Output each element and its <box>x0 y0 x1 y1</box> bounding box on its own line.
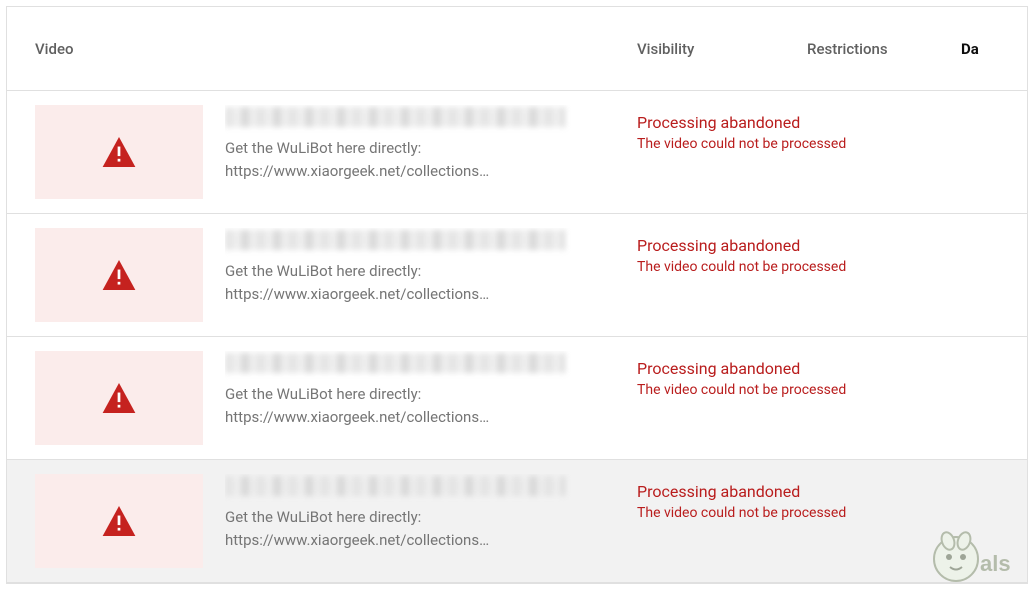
video-thumbnail[interactable] <box>35 228 203 322</box>
video-title-redacted <box>225 353 565 373</box>
video-text: Get the WuLiBot here directly: https://w… <box>225 228 605 322</box>
warning-triangle-icon <box>102 260 136 290</box>
status-subtitle: The video could not be processed <box>637 136 1027 152</box>
video-title-redacted <box>225 107 565 127</box>
video-description: Get the WuLiBot here directly: https://w… <box>225 506 585 551</box>
cell-video: Get the WuLiBot here directly: https://w… <box>7 105 605 199</box>
video-description: Get the WuLiBot here directly: https://w… <box>225 137 585 182</box>
table-row[interactable]: Get the WuLiBot here directly: https://w… <box>7 460 1027 583</box>
video-title-redacted <box>225 476 565 496</box>
status-subtitle: The video could not be processed <box>637 259 1027 275</box>
column-header-restrictions[interactable]: Restrictions <box>775 40 945 58</box>
status-title: Processing abandoned <box>637 359 1027 378</box>
column-header-date[interactable]: Da <box>945 40 1027 58</box>
warning-triangle-icon <box>102 137 136 167</box>
cell-video: Get the WuLiBot here directly: https://w… <box>7 351 605 445</box>
table-row[interactable]: Get the WuLiBot here directly: https://w… <box>7 337 1027 460</box>
table-row[interactable]: Get the WuLiBot here directly: https://w… <box>7 91 1027 214</box>
cell-status: Processing abandoned The video could not… <box>605 228 1027 322</box>
status-title: Processing abandoned <box>637 113 1027 132</box>
cell-status: Processing abandoned The video could not… <box>605 474 1027 568</box>
warning-triangle-icon <box>102 506 136 536</box>
cell-video: Get the WuLiBot here directly: https://w… <box>7 474 605 568</box>
cell-status: Processing abandoned The video could not… <box>605 105 1027 199</box>
video-text: Get the WuLiBot here directly: https://w… <box>225 105 605 199</box>
status-subtitle: The video could not be processed <box>637 505 1027 521</box>
cell-status: Processing abandoned The video could not… <box>605 351 1027 445</box>
status-title: Processing abandoned <box>637 236 1027 255</box>
video-description: Get the WuLiBot here directly: https://w… <box>225 383 585 428</box>
video-thumbnail[interactable] <box>35 474 203 568</box>
video-description: Get the WuLiBot here directly: https://w… <box>225 260 585 305</box>
status-subtitle: The video could not be processed <box>637 382 1027 398</box>
table-row[interactable]: Get the WuLiBot here directly: https://w… <box>7 214 1027 337</box>
video-text: Get the WuLiBot here directly: https://w… <box>225 474 605 568</box>
video-text: Get the WuLiBot here directly: https://w… <box>225 351 605 445</box>
video-thumbnail[interactable] <box>35 351 203 445</box>
status-title: Processing abandoned <box>637 482 1027 501</box>
column-header-video[interactable]: Video <box>7 40 605 58</box>
video-title-redacted <box>225 230 565 250</box>
table-header-row: Video Visibility Restrictions Da <box>7 7 1027 91</box>
video-thumbnail[interactable] <box>35 105 203 199</box>
warning-triangle-icon <box>102 383 136 413</box>
video-table: Video Visibility Restrictions Da Get the… <box>6 6 1028 584</box>
column-header-visibility[interactable]: Visibility <box>605 40 775 58</box>
cell-video: Get the WuLiBot here directly: https://w… <box>7 228 605 322</box>
